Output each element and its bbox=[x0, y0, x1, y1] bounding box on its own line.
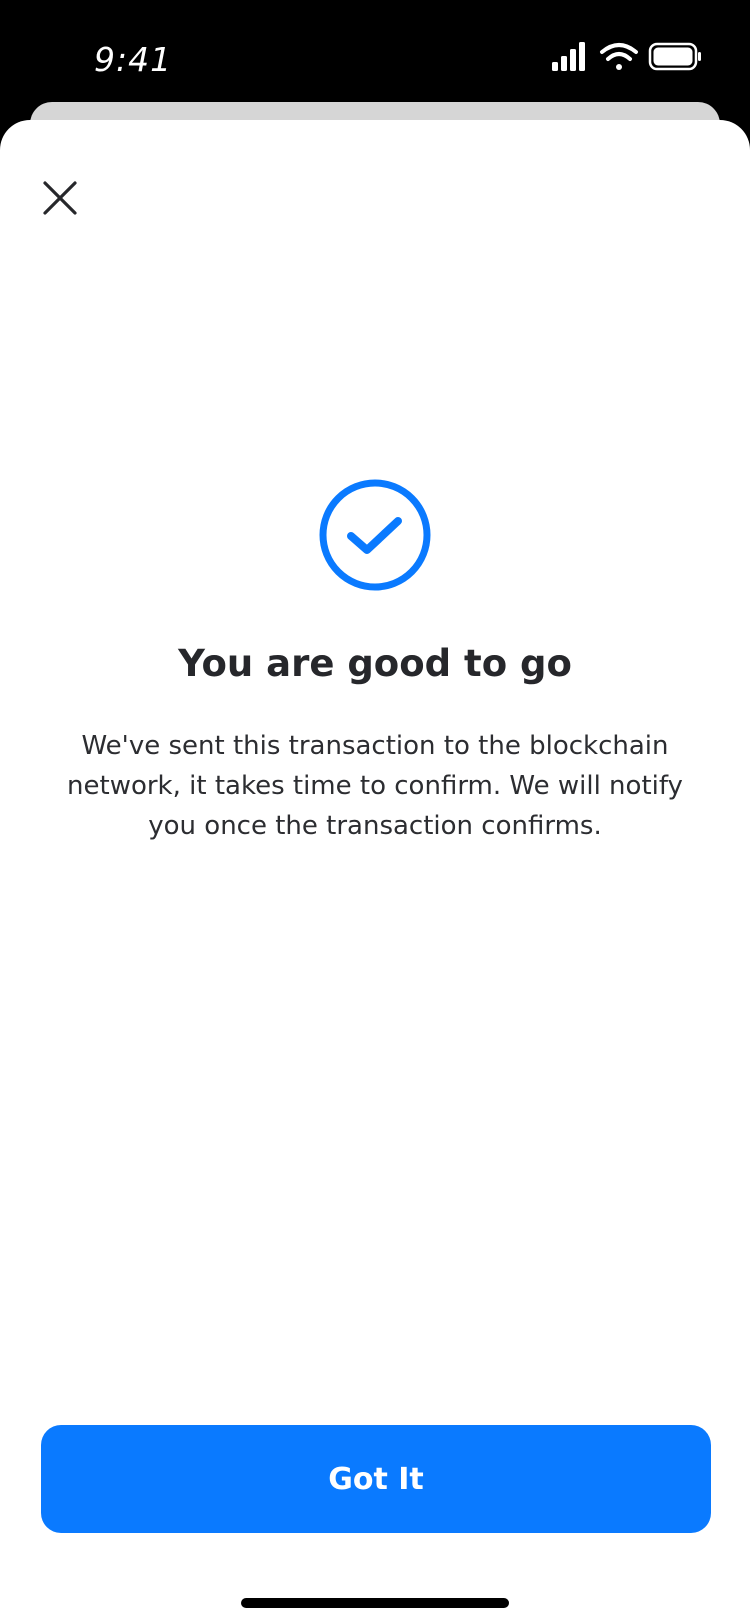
close-button[interactable] bbox=[34, 172, 86, 224]
status-icons bbox=[552, 40, 702, 74]
battery-icon bbox=[648, 42, 701, 71]
got-it-button[interactable]: Got It bbox=[41, 1425, 711, 1533]
confirmation-sheet: You are good to go We've sent this trans… bbox=[0, 120, 750, 1624]
status-time: 9:41 bbox=[94, 40, 173, 79]
home-indicator bbox=[241, 1598, 509, 1608]
page-title: You are good to go bbox=[178, 642, 572, 685]
cellular-signal-icon bbox=[552, 42, 585, 71]
status-bar: 9:41 bbox=[0, 0, 750, 104]
wifi-icon bbox=[600, 43, 638, 70]
close-icon bbox=[43, 181, 77, 215]
check-circle-icon bbox=[318, 478, 432, 592]
confirmation-message: We've sent this transaction to the block… bbox=[67, 731, 683, 841]
